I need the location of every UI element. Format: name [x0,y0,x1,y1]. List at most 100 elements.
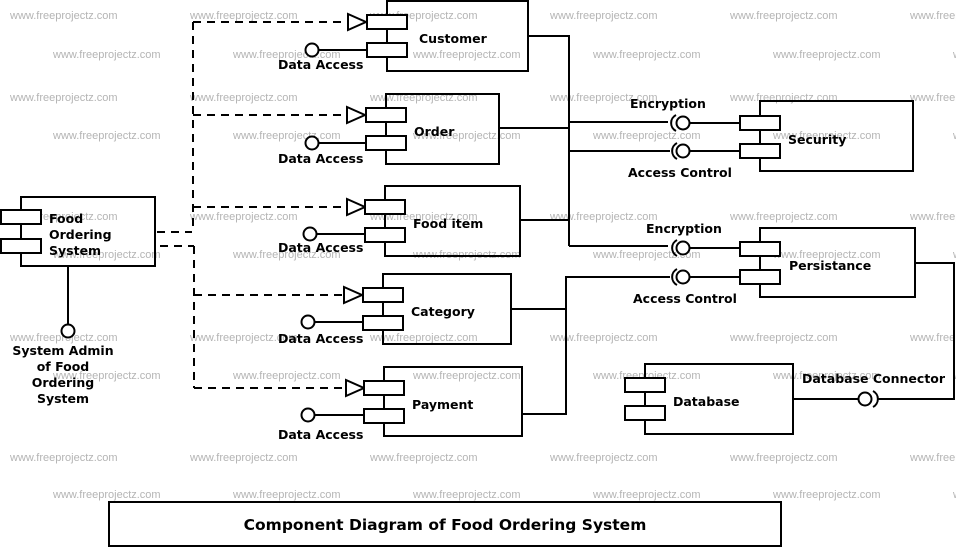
port-icon [363,408,405,424]
watermark-text: www.freeprojectz.com [952,130,956,142]
watermark-text: www.freeprojectz.com [772,489,881,501]
dep-arrow-category [343,285,365,305]
component-name: Category [411,304,475,319]
watermark-text: www.freeprojectz.com [189,452,298,464]
system-admin-interface-icon [60,323,76,339]
watermark-text: www.freeprojectz.com [909,332,956,344]
watermark-text: www.freeprojectz.com [232,489,341,501]
watermark-text: www.freeprojectz.com [592,489,701,501]
customer-interface-label: Data Access [278,57,363,72]
database-connector-socket [857,390,879,408]
dep-arrow-payment [345,378,367,398]
component-name: Database [673,394,740,409]
data-access-interface-icon [304,42,320,58]
watermark-text: www.freeprojectz.com [52,49,161,61]
port-icon [363,380,405,396]
svg-text:System: System [37,391,89,406]
port-icon [366,42,408,58]
socket-icon [670,114,677,132]
interface-ball-icon [675,269,691,285]
watermark-text: www.freeprojectz.com [772,49,881,61]
dep-arrow-customer [347,12,369,32]
security-access-socket [671,142,691,160]
dep-arrow-food-item [346,197,368,217]
watermark-text: www.freeprojectz.com [729,211,838,223]
watermark-text: www.freeprojectz.com [909,10,956,22]
watermark-text: www.freeprojectz.com [9,92,118,104]
watermark-text: www.freeprojectz.com [412,489,521,501]
payment-interface-label: Data Access [278,427,363,442]
watermark-text: www.freeprojectz.com [412,49,521,61]
port-icon [364,199,406,215]
security-component[interactable]: Security [739,100,914,172]
port-icon [364,227,406,243]
security-encryption-socket [670,114,691,132]
watermark-text: www.freeprojectz.com [189,211,298,223]
port-icon [362,315,404,331]
watermark-text: www.freeprojectz.com [549,10,658,22]
port-icon [362,287,404,303]
watermark-text: www.freeprojectz.com [369,332,478,344]
watermark-text: www.freeprojectz.com [952,49,956,61]
watermark-text: www.freeprojectz.com [952,489,956,501]
watermark-text: www.freeprojectz.com [549,452,658,464]
component-name: Food item [413,216,483,231]
watermark-text: www.freeprojectz.com [909,452,956,464]
port-icon [739,143,781,159]
system-name-line-3: System [49,243,101,258]
security-access-label: Access Control [628,165,732,180]
system-name-line-2: Ordering [49,227,112,242]
interface-ball-icon [675,115,691,131]
port-icon [739,241,781,257]
port-icon [365,135,407,151]
port-icon [739,269,781,285]
port-icon [624,405,666,421]
diagram-title: Component Diagram of Food Ordering Syste… [244,516,647,534]
watermark-text: www.freeprojectz.com [729,92,838,104]
watermark-text: www.freeprojectz.com [189,10,298,22]
diagram-title-box: Component Diagram of Food Ordering Syste… [108,501,782,547]
dep-arrow-order [346,105,368,125]
component-name: Payment [412,397,473,412]
watermark-text: www.freeprojectz.com [412,370,521,382]
interface-ball-icon [675,240,691,256]
watermark-text: www.freeprojectz.com [9,10,118,22]
watermark-text: www.freeprojectz.com [232,370,341,382]
data-access-interface-icon [300,407,316,423]
watermark-text: www.freeprojectz.com [189,92,298,104]
persistance-encryption-socket [671,239,691,257]
port-icon [365,107,407,123]
watermark-text: www.freeprojectz.com [909,211,956,223]
order-component[interactable]: Order [365,93,500,165]
system-name-line-1: Food [49,211,83,226]
watermark-text: www.freeprojectz.com [52,130,161,142]
watermark-text: www.freeprojectz.com [909,92,956,104]
data-access-interface-icon [304,135,320,151]
svg-text:Ordering: Ordering [32,375,95,390]
watermark-text: www.freeprojectz.com [592,130,701,142]
port-icon [366,14,408,30]
watermark-text: www.freeprojectz.com [729,332,838,344]
interface-ball-icon [675,143,691,159]
persistance-encryption-label: Encryption [646,221,722,236]
watermark-text: www.freeprojectz.com [729,10,838,22]
food-item-interface-label: Data Access [278,240,363,255]
svg-text:System Admin: System Admin [12,343,113,358]
watermark-text: www.freeprojectz.com [549,211,658,223]
component-diagram: www.freeprojectz.com www.freeprojectz.com… [0,0,956,547]
component-name: Order [414,124,455,139]
persistance-component[interactable]: Persistance [739,227,916,298]
data-access-interface-icon [302,226,318,242]
order-interface-label: Data Access [278,151,363,166]
port-icon [0,238,42,254]
component-name: Customer [419,31,488,46]
persistance-access-socket [671,268,691,286]
port-icon [739,115,781,131]
data-access-interface-icon [300,314,316,330]
svg-text:of Food: of Food [37,359,90,374]
watermark-text: www.freeprojectz.com [369,452,478,464]
component-name: Persistance [789,258,871,273]
persistance-access-label: Access Control [633,291,737,306]
port-icon [0,209,42,225]
watermark-text: www.freeprojectz.com [9,452,118,464]
